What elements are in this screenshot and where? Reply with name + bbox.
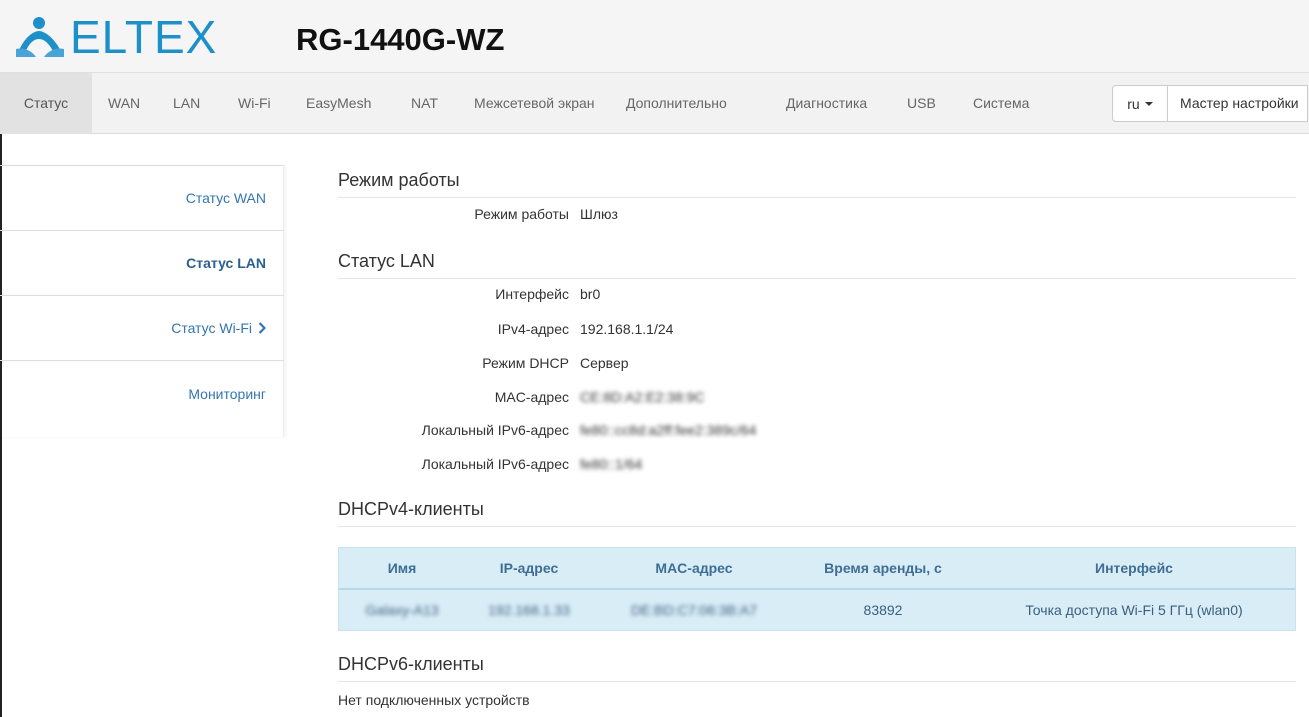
dhcp-mode-label: Режим DHCP xyxy=(482,355,569,371)
ipv6-label-2: Локальный IPv6-адрес xyxy=(421,456,569,472)
lan-dhcp-row: Режим DHCP Сервер xyxy=(338,355,1296,375)
dhcpv4-section-title: DHCPv4-клиенты xyxy=(338,499,1296,527)
dhcp-mode-value: Сервер xyxy=(580,355,629,371)
mac-label: MAC-адрес xyxy=(494,389,569,405)
logo-text: ELTEX xyxy=(70,11,218,63)
column-header-ip[interactable]: IP-адрес xyxy=(465,548,593,588)
lan-ipv6-row-2: Локальный IPv6-адрес fe80::1/64 xyxy=(338,456,1296,476)
sidebar-item-wifi-status[interactable]: Статус Wi-Fi xyxy=(0,296,284,361)
nav-diagnostics[interactable]: Диагностика xyxy=(786,73,867,134)
sidebar-item-label: Мониторинг xyxy=(188,385,266,402)
setup-wizard-button[interactable]: Мастер настройки xyxy=(1168,85,1308,122)
lan-section-title: Статус LAN xyxy=(338,251,1296,279)
language-dropdown[interactable]: ru xyxy=(1112,85,1168,122)
sidebar-item-lan-status[interactable]: Статус LAN xyxy=(0,231,284,296)
ipv6-value-2: fe80::1/64 xyxy=(580,456,643,472)
lan-ipv4-row: IPv4-адрес 192.168.1.1/24 xyxy=(338,321,1296,341)
mode-section-title: Режим работы xyxy=(338,170,1296,198)
nav-firewall[interactable]: Межсетевой экран xyxy=(474,73,595,134)
lan-mac-row: MAC-адрес CE:8D:A2:E2:38:9C xyxy=(338,389,1296,409)
client-mac: DE:BD:C7:06:3B:A7 xyxy=(630,602,758,618)
sidebar-item-monitoring[interactable]: Мониторинг xyxy=(0,361,284,426)
mode-row: Режим работы Шлюз xyxy=(338,206,1296,226)
interface-label: Интерфейс xyxy=(495,286,569,302)
chevron-right-icon xyxy=(258,322,266,334)
nav-status[interactable]: Статус xyxy=(0,73,92,134)
nav-actions: ru Мастер настройки xyxy=(1112,85,1308,122)
column-header-mac[interactable]: MAC-адрес xyxy=(593,548,795,588)
sidebar-item-label: Статус WAN xyxy=(185,190,266,206)
client-ip: 192.168.1.33 xyxy=(488,602,570,618)
client-interface: Точка доступа Wi-Fi 5 ГГц (wlan0) xyxy=(1025,602,1243,618)
column-header-lease[interactable]: Время аренды, с xyxy=(795,548,971,588)
nav-wifi[interactable]: Wi-Fi xyxy=(238,73,271,134)
dhcpv6-section-title: DHCPv6-клиенты xyxy=(338,654,1296,682)
caret-down-icon xyxy=(1144,101,1153,106)
nav-system[interactable]: Система xyxy=(973,73,1029,134)
language-value: ru xyxy=(1127,95,1140,112)
nav-advanced[interactable]: Дополнительно xyxy=(626,73,727,134)
column-header-name[interactable]: Имя xyxy=(339,548,465,588)
header: ELTEX RG-1440G-WZ xyxy=(0,0,1309,72)
sidebar: Статус WAN Статус LAN Статус Wi-Fi Монит… xyxy=(0,165,284,437)
dhcpv6-empty-note: Нет подключенных устройств xyxy=(338,692,530,708)
eltex-logo[interactable]: ELTEX xyxy=(14,14,217,60)
nav-lan[interactable]: LAN xyxy=(173,73,200,134)
table-header: Имя IP-адрес MAC-адрес Время аренды, с И… xyxy=(339,548,1295,590)
dhcpv4-table: Имя IP-адрес MAC-адрес Время аренды, с И… xyxy=(338,547,1296,631)
client-lease-time: 83892 xyxy=(863,602,903,618)
top-nav: Статус WAN LAN Wi-Fi EasyMesh NAT Межсет… xyxy=(0,72,1309,134)
lan-ipv6-row: Локальный IPv6-адрес fe80::cc8d:a2ff:fee… xyxy=(338,422,1296,442)
mode-value: Шлюз xyxy=(580,206,618,222)
nav-nat[interactable]: NAT xyxy=(411,73,438,134)
nav-usb[interactable]: USB xyxy=(907,73,936,134)
lan-interface-row: Интерфейс br0 xyxy=(338,286,1296,306)
client-name: Galaxy-A13 xyxy=(365,602,439,618)
ipv6-label: Локальный IPv6-адрес xyxy=(421,422,569,438)
device-model: RG-1440G-WZ xyxy=(296,22,505,57)
sidebar-item-wan-status[interactable]: Статус WAN xyxy=(0,166,284,231)
table-row[interactable]: Galaxy-A13 192.168.1.33 DE:BD:C7:06:3B:A… xyxy=(339,590,1295,630)
ipv4-label: IPv4-адрес xyxy=(497,321,569,337)
ipv6-value: fe80::cc8d:a2ff:fee2:389c/64 xyxy=(580,422,757,438)
interface-value: br0 xyxy=(580,286,601,302)
column-header-interface[interactable]: Интерфейс xyxy=(971,548,1297,588)
mac-value: CE:8D:A2:E2:38:9C xyxy=(580,389,705,405)
sidebar-item-label: Статус Wi-Fi xyxy=(171,320,252,336)
nav-wan[interactable]: WAN xyxy=(108,73,140,134)
eltex-logo-icon xyxy=(16,17,64,57)
mode-label: Режим работы xyxy=(474,206,569,222)
nav-easymesh[interactable]: EasyMesh xyxy=(306,73,371,134)
ipv4-value: 192.168.1.1/24 xyxy=(580,321,674,337)
sidebar-item-label: Статус LAN xyxy=(186,255,266,271)
